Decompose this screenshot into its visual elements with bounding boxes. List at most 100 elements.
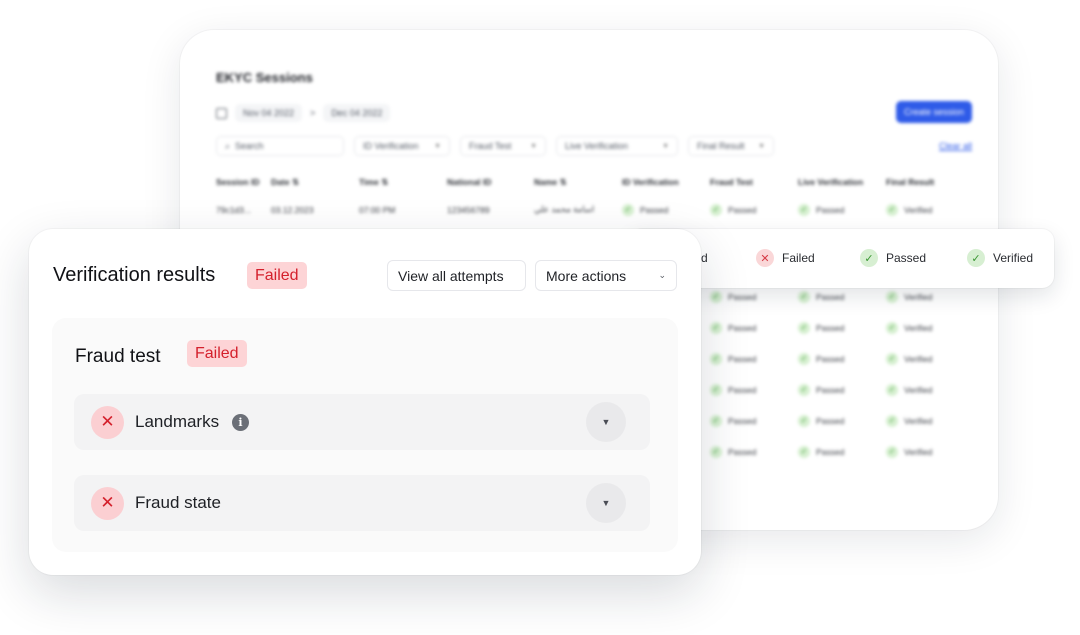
cell-fraud-test: ✓ Passed: [798, 321, 886, 334]
search-placeholder: Search: [235, 141, 264, 151]
cell-status: Verified: [904, 415, 933, 426]
chevron-down-icon: ▼: [601, 498, 611, 508]
cell-live-verification: ✓ Passed: [798, 203, 886, 216]
check-icon: ✓: [798, 383, 810, 396]
check-icon: ✓: [798, 445, 810, 458]
check-icon: ✓: [886, 290, 898, 303]
filter-label: ID Verification: [363, 141, 419, 151]
cell-status: Passed: [728, 353, 757, 364]
cell-status: Passed: [728, 291, 757, 302]
cell-status: Verified: [904, 384, 933, 395]
filter-bar: ⌕ Search ID Verification ▼ Fraud Test ▼ …: [216, 136, 972, 156]
col-name[interactable]: Name ⇅: [534, 177, 622, 188]
check-icon: ✓: [967, 249, 985, 267]
strip-failed: ✕ Failed: [756, 249, 815, 267]
strip-passed: ✓ Passed: [860, 249, 926, 267]
check-icon: ✓: [886, 321, 898, 334]
calendar-icon: [216, 107, 227, 119]
check-icon: ✓: [710, 383, 722, 396]
close-icon: ✕: [91, 486, 124, 520]
expand-button[interactable]: ▼: [586, 483, 626, 523]
clear-all-link[interactable]: Clear all: [939, 141, 972, 151]
col-date[interactable]: Date ⇅: [271, 177, 359, 188]
col-final-result[interactable]: Final Result: [886, 177, 956, 187]
cell-fraud-test: ✓ Passed: [798, 352, 886, 365]
table-row[interactable]: 79c1d3... 03.12.2023 07:00 PM 123456789 …: [216, 194, 972, 225]
check-icon: ✓: [798, 414, 810, 427]
col-label: Name: [534, 176, 558, 187]
col-time[interactable]: Time ⇅: [359, 177, 447, 188]
cell-status: Passed: [816, 291, 845, 302]
info-icon[interactable]: i: [232, 413, 249, 431]
cell-session-id: 79c1d3...: [216, 204, 251, 215]
cell-status: Passed: [728, 384, 757, 395]
cell-status: Verified: [904, 204, 933, 215]
cell-id-verification: ✓ Passed: [710, 445, 798, 458]
date-to[interactable]: Dec 04 2022: [323, 104, 391, 122]
cell-name: اسامة محمد علي: [534, 204, 595, 214]
cell-id-verification: ✓ Passed: [710, 383, 798, 396]
check-icon: ✓: [886, 352, 898, 365]
filter-label: Live Verification: [565, 141, 629, 151]
cell-fraud-test: ✓ Passed: [798, 414, 886, 427]
col-fraud-test[interactable]: Fraud Test: [710, 177, 798, 187]
cell-final-result: ✓ Verified: [886, 352, 956, 365]
check-icon: ✓: [798, 352, 810, 365]
strip-verified-label: Verified: [993, 251, 1034, 265]
cell-status: Verified: [904, 353, 933, 364]
cell-status: Passed: [816, 322, 845, 333]
status-badge: Failed: [247, 262, 307, 289]
cell-id-verification: ✓ Passed: [622, 203, 710, 216]
cell-status: Passed: [816, 353, 845, 364]
check-icon: ✓: [886, 445, 898, 458]
cell-final-result: ✓ Verified: [886, 321, 956, 334]
col-live-verification[interactable]: Live Verification: [798, 177, 886, 187]
filter-fraud-test[interactable]: Fraud Test ▼: [460, 136, 546, 156]
close-icon: ✕: [756, 249, 774, 267]
cell-fraud-test: ✓ Passed: [798, 290, 886, 303]
strip-failed-label: Failed: [782, 251, 815, 265]
chevron-down-icon: ▼: [662, 142, 669, 150]
check-icon: ✓: [710, 290, 722, 303]
cell-status: Passed: [816, 384, 845, 395]
check-icon: ✓: [798, 321, 810, 334]
card-title: Verification results: [53, 264, 216, 286]
cell-id-verification: ✓ Passed: [710, 290, 798, 303]
col-label: Date: [271, 176, 290, 187]
check-icon: ✓: [710, 414, 722, 427]
search-input[interactable]: ⌕ Search: [216, 136, 344, 156]
check-icon: ✓: [886, 203, 898, 216]
check-icon: ✓: [860, 249, 878, 267]
expand-button[interactable]: ▼: [586, 402, 626, 442]
col-id-verification[interactable]: ID Verification: [622, 177, 710, 187]
check-label: Landmarks: [135, 412, 220, 431]
filter-live-verification[interactable]: Live Verification ▼: [556, 136, 678, 156]
cell-status: Passed: [816, 415, 845, 426]
verification-results-card: Verification results Failed View all att…: [29, 229, 701, 575]
check-row-landmarks[interactable]: ✕ Landmarks i ▼: [74, 394, 650, 450]
create-session-button[interactable]: Create session: [895, 101, 972, 123]
more-actions-button[interactable]: More actions ⌄: [535, 260, 677, 291]
check-row-fraud-state[interactable]: ✕ Fraud state ▼: [74, 475, 650, 531]
cell-status: Passed: [640, 204, 669, 215]
cell-status: Verified: [904, 446, 933, 457]
check-icon: ✓: [886, 383, 898, 396]
strip-verified: ✓ Verified: [967, 249, 1033, 267]
date-from[interactable]: Nov 04 2022: [235, 104, 303, 122]
col-session-id[interactable]: Session ID: [216, 177, 271, 187]
cell-id-verification: ✓ Passed: [710, 352, 798, 365]
section-title: Fraud test: [75, 346, 161, 367]
cell-status: Passed: [728, 204, 757, 215]
cell-final-result: ✓ Verified: [886, 383, 956, 396]
cell-final-result: ✓ Verified: [886, 445, 956, 458]
table-header: Session ID Date ⇅ Time ⇅ National ID Nam…: [216, 170, 972, 194]
filter-label: Final Result: [697, 141, 745, 151]
view-all-attempts-button[interactable]: View all attempts: [387, 260, 526, 291]
filter-final-result[interactable]: Final Result ▼: [688, 136, 774, 156]
filter-id-verification[interactable]: ID Verification ▼: [354, 136, 450, 156]
cell-status: Verified: [904, 291, 933, 302]
cell-final-result: ✓ Verified: [886, 414, 956, 427]
sessions-title: EKYC Sessions: [216, 70, 313, 85]
col-national-id[interactable]: National ID: [447, 177, 534, 187]
date-range-picker[interactable]: Nov 04 2022 > Dec 04 2022: [216, 102, 391, 124]
